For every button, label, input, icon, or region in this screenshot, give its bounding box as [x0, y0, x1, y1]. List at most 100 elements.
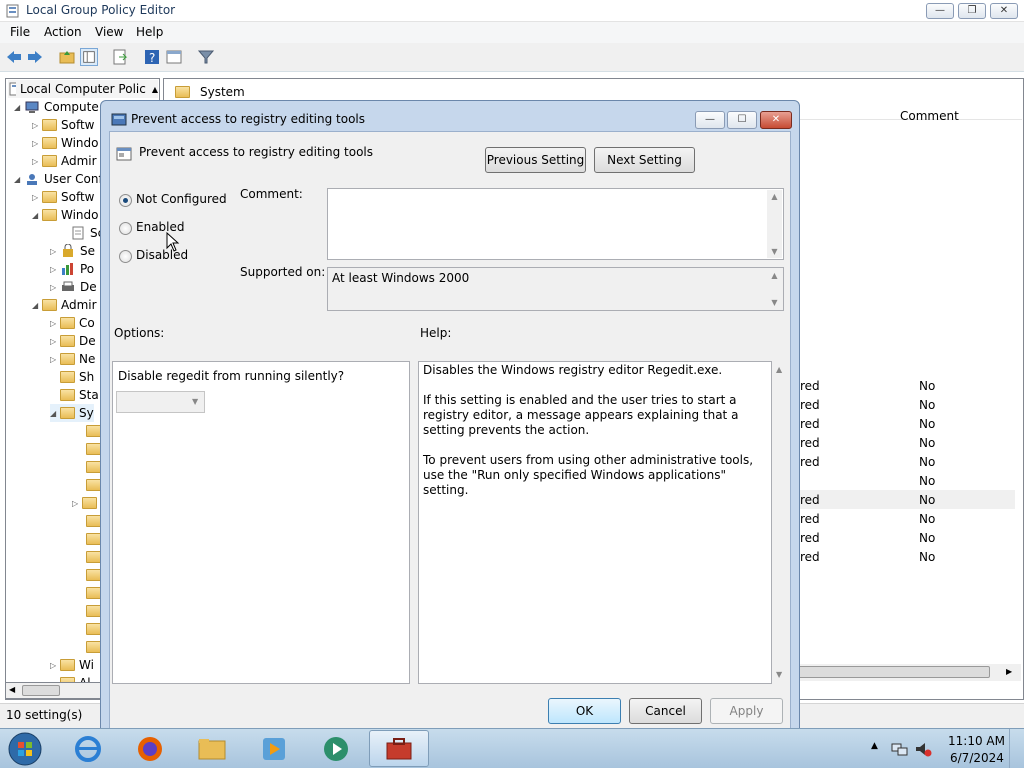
radio-disabled-label[interactable]: Disabled [136, 248, 188, 262]
tree-item-windows-components[interactable]: ▷ Wi [50, 656, 94, 674]
tree-scroll-up-icon[interactable]: ▲ [152, 85, 158, 94]
expand-arrow-icon[interactable]: ▷ [50, 283, 60, 292]
media-player-icon[interactable] [254, 733, 294, 765]
list-row[interactable]: red No [800, 376, 1015, 395]
expand-arrow-icon[interactable]: ▷ [72, 499, 82, 508]
clock-time[interactable]: 11:10 AM [948, 734, 1005, 748]
scroll-down-icon[interactable]: ▼ [767, 247, 782, 256]
internet-explorer-icon[interactable] [68, 733, 108, 765]
comment-scrollbar[interactable]: ▲ ▼ [767, 190, 782, 258]
radio-enabled[interactable] [119, 222, 132, 235]
scroll-up-icon[interactable]: ▲ [767, 271, 782, 280]
comment-textarea[interactable]: ▲ ▼ [327, 188, 784, 260]
collapse-arrow-icon[interactable]: ◢ [50, 409, 60, 418]
tree-item-computer-config[interactable]: ◢ Compute [14, 98, 99, 116]
list-row[interactable]: red No [800, 528, 1015, 547]
radio-not-configured[interactable] [119, 194, 132, 207]
show-hide-tree-icon[interactable] [80, 48, 98, 66]
tree-item-system[interactable]: ◢ Sy [50, 404, 94, 422]
menu-action[interactable]: Action [44, 25, 82, 39]
expand-arrow-icon[interactable]: ▷ [50, 337, 60, 346]
tree-item-scripts[interactable]: Sc [60, 224, 104, 242]
clock-date[interactable]: 6/7/2024 [950, 751, 1004, 765]
minimize-button[interactable]: — [926, 3, 954, 19]
collapse-arrow-icon[interactable]: ◢ [32, 301, 42, 310]
collapse-arrow-icon[interactable]: ◢ [32, 211, 42, 220]
scroll-down-icon[interactable]: ▼ [776, 670, 782, 679]
list-horizontal-scrollbar[interactable]: ▶ [790, 664, 1021, 681]
media-center-icon[interactable] [316, 733, 356, 765]
tree-item-control-panel[interactable]: ▷ Co [50, 314, 95, 332]
taskbar-active-app[interactable] [369, 730, 429, 767]
list-row[interactable]: red No [800, 395, 1015, 414]
show-hidden-icons-icon[interactable]: ▲ [871, 741, 878, 751]
forward-arrow-icon[interactable] [26, 48, 44, 66]
dialog-maximize-button[interactable]: ☐ [727, 111, 757, 129]
properties-icon[interactable] [165, 48, 183, 66]
ok-button[interactable]: OK [548, 698, 621, 724]
list-row[interactable]: No [800, 471, 1015, 490]
firefox-icon[interactable] [130, 733, 170, 765]
export-list-icon[interactable] [111, 48, 129, 66]
tree-item-start-menu[interactable]: Sta [60, 386, 99, 404]
dialog-minimize-button[interactable]: — [695, 111, 725, 129]
expand-arrow-icon[interactable]: ▷ [50, 319, 60, 328]
tree-item-shared-folders[interactable]: Sh [60, 368, 94, 386]
scroll-up-icon[interactable]: ▲ [767, 192, 782, 201]
expand-arrow-icon[interactable]: ▷ [32, 121, 42, 130]
tree-item-windows-settings[interactable]: ▷ Windo [32, 134, 99, 152]
list-row[interactable]: red No [800, 547, 1015, 566]
option-dropdown[interactable]: ▼ [116, 391, 205, 413]
scroll-thumb[interactable] [795, 666, 990, 678]
scroll-down-icon[interactable]: ▼ [767, 298, 782, 307]
tree-item-windows-settings-user[interactable]: ◢ Windo [32, 206, 99, 224]
list-row[interactable]: red No [800, 452, 1015, 471]
scroll-right-icon[interactable]: ▶ [1006, 667, 1012, 676]
list-row[interactable]: red No [800, 414, 1015, 433]
dialog-close-button[interactable]: ✕ [760, 111, 792, 129]
filter-icon[interactable] [197, 48, 215, 66]
next-setting-button[interactable]: Next Setting [594, 147, 695, 173]
help-icon[interactable]: ? [143, 48, 161, 66]
list-row[interactable]: red No [800, 509, 1015, 528]
start-button-icon[interactable] [6, 731, 44, 767]
menu-help[interactable]: Help [136, 25, 163, 39]
list-row[interactable]: red No [800, 490, 1015, 509]
volume-muted-icon[interactable] [914, 740, 932, 758]
expand-arrow-icon[interactable]: ▷ [32, 139, 42, 148]
expand-arrow-icon[interactable]: ▷ [50, 355, 60, 364]
tree-item-software-settings[interactable]: ▷ Softw [32, 116, 95, 134]
close-button[interactable]: ✕ [990, 3, 1018, 19]
expand-arrow-icon[interactable]: ▷ [50, 265, 60, 274]
tree-item-admin-templates-user[interactable]: ◢ Admir [32, 296, 97, 314]
expand-arrow-icon[interactable]: ▷ [50, 661, 60, 670]
radio-disabled[interactable] [119, 250, 132, 263]
supported-scrollbar[interactable]: ▲ ▼ [767, 269, 782, 309]
scroll-left-icon[interactable]: ◀ [9, 685, 15, 694]
tree-item-network[interactable]: ▷ Ne [50, 350, 95, 368]
tree-item-security[interactable]: ▷ Se [50, 242, 95, 260]
cancel-button[interactable]: Cancel [629, 698, 702, 724]
apply-button[interactable]: Apply [710, 698, 783, 724]
tree-item-admin-templates[interactable]: ▷ Admir [32, 152, 97, 170]
main-title-bar[interactable]: Local Group Policy Editor — ❐ ✕ [0, 0, 1024, 22]
collapse-arrow-icon[interactable]: ◢ [14, 103, 24, 112]
expand-arrow-icon[interactable]: ▷ [32, 157, 42, 166]
back-arrow-icon[interactable] [5, 48, 23, 66]
show-desktop-button[interactable] [1009, 729, 1024, 768]
menu-file[interactable]: File [10, 25, 30, 39]
help-scrollbar[interactable]: ▲ ▼ [772, 361, 787, 684]
tree-subfolder[interactable]: ▷ [72, 494, 101, 512]
up-folder-icon[interactable] [58, 48, 76, 66]
expand-arrow-icon[interactable]: ▷ [32, 193, 42, 202]
expand-arrow-icon[interactable]: ▷ [50, 247, 60, 256]
tree-item-desktop[interactable]: ▷ De [50, 332, 96, 350]
tree-item-local-computer-policy[interactable]: Local Computer Polic ▲ [8, 80, 158, 98]
tree-item-user-config[interactable]: ◢ User Conf [14, 170, 103, 188]
network-icon[interactable] [890, 740, 908, 758]
list-row[interactable]: red No [800, 433, 1015, 452]
file-explorer-icon[interactable] [192, 733, 232, 765]
tree-item-software-settings-user[interactable]: ▷ Softw [32, 188, 95, 206]
scroll-thumb[interactable] [22, 685, 60, 696]
previous-setting-button[interactable]: Previous Setting [485, 147, 586, 173]
